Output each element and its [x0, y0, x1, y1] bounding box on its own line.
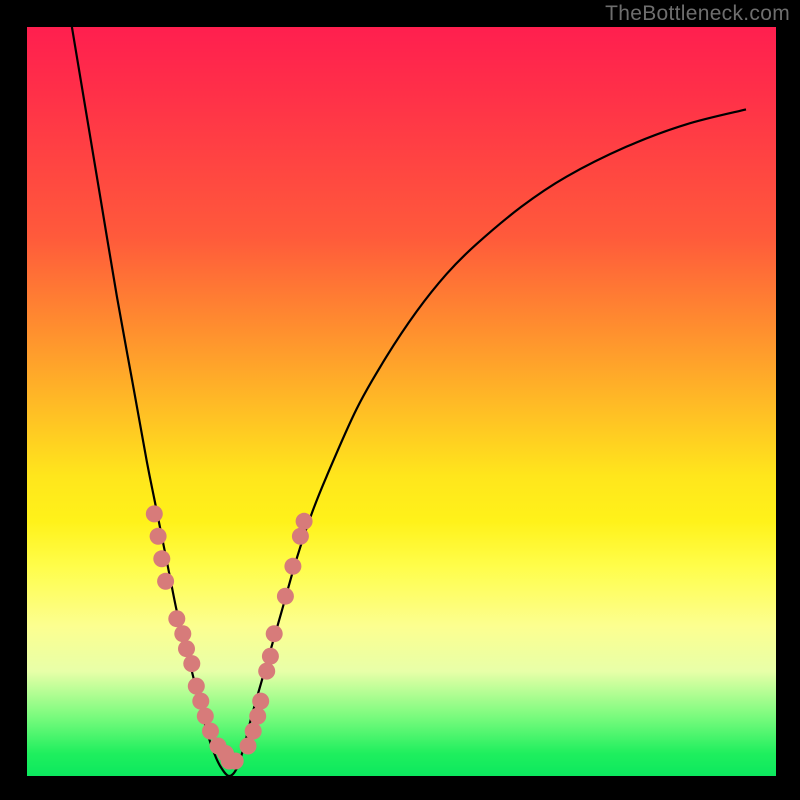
curve-marker [146, 505, 163, 522]
plot-area [27, 27, 776, 776]
curve-marker [245, 723, 262, 740]
curve-marker [258, 663, 275, 680]
curve-marker [178, 640, 195, 657]
chart-frame: TheBottleneck.com [0, 0, 800, 800]
curve-marker [188, 678, 205, 695]
curve-layer [27, 27, 776, 776]
curve-marker [262, 648, 279, 665]
curve-marker [183, 655, 200, 672]
curve-marker [249, 708, 266, 725]
bottleneck-curve [72, 27, 746, 776]
curve-marker [197, 708, 214, 725]
curve-marker [240, 738, 257, 755]
curve-marker [266, 625, 283, 642]
curve-marker [227, 753, 244, 770]
curve-marker [252, 693, 269, 710]
curve-marker [168, 610, 185, 627]
watermark-text: TheBottleneck.com [605, 2, 790, 26]
curve-marker [192, 693, 209, 710]
curve-marker [277, 588, 294, 605]
curve-marker [174, 625, 191, 642]
curve-marker [157, 573, 174, 590]
marker-group [146, 505, 313, 769]
curve-marker [292, 528, 309, 545]
curve-marker [150, 528, 167, 545]
curve-marker [284, 558, 301, 575]
curve-marker [202, 723, 219, 740]
curve-marker [296, 513, 313, 530]
curve-marker [153, 550, 170, 567]
